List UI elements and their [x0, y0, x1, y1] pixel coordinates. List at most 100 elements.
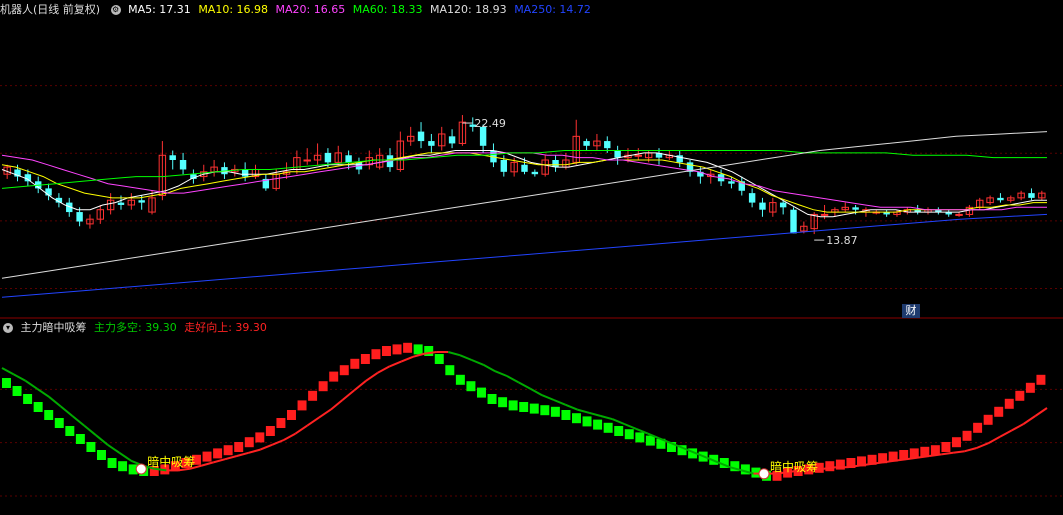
indicator-line — [177, 467, 191, 472]
indicator-bar — [466, 381, 476, 392]
indicator-bar — [403, 342, 413, 353]
indicator-line — [36, 387, 50, 398]
indicator-bar — [603, 422, 613, 433]
indicator-line — [1011, 423, 1024, 432]
indicator-bar — [360, 354, 370, 364]
candle-body — [138, 200, 145, 203]
indicator-bar — [339, 365, 349, 376]
indicator-bar — [1025, 382, 1035, 393]
candle-body — [820, 213, 829, 216]
indicator-bar — [582, 416, 592, 427]
indicator-bar — [614, 426, 624, 436]
indicator-bar — [825, 461, 835, 472]
stock-chart[interactable]: 22.49 13.87 暗中吸筹 暗中吸筹 — [0, 0, 1063, 515]
candle-body — [759, 202, 766, 210]
indicator-line — [541, 394, 555, 401]
indicator-line — [976, 442, 989, 449]
candle-body — [169, 155, 176, 160]
indicator-bar — [350, 358, 360, 369]
indicator-bar — [118, 461, 128, 472]
indicator-line — [259, 443, 273, 451]
indicator-bar — [223, 445, 233, 456]
candle-body — [790, 209, 797, 234]
candle-body — [634, 154, 643, 157]
candle-body — [24, 174, 32, 182]
indicator-bar — [529, 403, 539, 414]
indicator-bar — [265, 426, 275, 436]
indicator-bar — [86, 442, 96, 452]
candle-body — [779, 202, 787, 208]
indicator-bar — [635, 432, 645, 443]
indicator-bar — [477, 387, 486, 398]
indicator-bar — [424, 346, 434, 356]
indicator-line — [999, 429, 1013, 438]
indicator-bar — [308, 390, 318, 401]
indicator-bar — [255, 432, 265, 443]
indicator-line — [283, 432, 296, 441]
indicator-line — [341, 389, 355, 401]
indicator-line — [1, 367, 15, 376]
indicator-bar — [962, 430, 972, 441]
indicator-bar — [455, 374, 465, 385]
indicator-line — [13, 373, 26, 382]
indicator-line — [377, 365, 390, 374]
indicator-line — [941, 451, 954, 456]
indicator-line — [248, 448, 261, 454]
indicator-line — [400, 355, 414, 363]
indicator-bar — [97, 450, 106, 460]
candle-body — [1028, 193, 1035, 198]
candle-body — [179, 160, 187, 170]
finance-badge[interactable]: 财 — [902, 304, 920, 318]
indicator-bar — [519, 402, 529, 412]
indicator-bar — [44, 410, 54, 420]
indicator-line — [482, 363, 496, 373]
signal-label-2: 暗中吸筹 — [770, 459, 818, 474]
indicator-line — [506, 375, 520, 384]
indicator-line — [389, 360, 402, 368]
indicator-line — [553, 399, 566, 406]
indicator-line — [447, 351, 461, 357]
indicator-line — [107, 443, 120, 454]
candle-body — [997, 197, 1004, 201]
indicator-bar — [382, 346, 391, 356]
indicator-bar — [2, 378, 11, 388]
indicator-bar — [54, 418, 64, 428]
indicator-line — [60, 405, 74, 417]
indicator-line — [612, 418, 625, 425]
indicator-line — [48, 396, 62, 408]
candle-body — [417, 131, 425, 142]
indicator-bar — [234, 442, 244, 452]
indicator-bar — [329, 371, 339, 382]
indicator-line — [600, 415, 613, 421]
indicator-bar — [994, 406, 1004, 417]
candle-body — [604, 141, 611, 149]
indicator-bar — [561, 410, 571, 420]
indicator-line — [1034, 407, 1048, 417]
indicator-bar — [941, 442, 951, 452]
candle-body — [521, 164, 528, 172]
candle-body — [448, 136, 456, 144]
indicator-bar — [593, 419, 603, 430]
indicator-bar — [65, 426, 75, 436]
candle-body — [345, 155, 352, 163]
indicator-line — [118, 451, 132, 462]
indicator-line — [83, 424, 97, 436]
candle-body — [500, 160, 508, 172]
indicator-bar — [952, 437, 961, 448]
indicator-line — [236, 451, 249, 457]
indicator-line — [459, 354, 473, 361]
indicator-bar — [202, 451, 212, 462]
indicator-bar — [434, 354, 444, 364]
candle-body — [955, 213, 963, 216]
indicator-bar — [540, 405, 550, 416]
indicator-bar — [33, 402, 43, 412]
indicator-line — [318, 408, 332, 419]
ma-line-ma250 — [1, 213, 1048, 298]
indicator-bar — [75, 434, 85, 444]
signal-icon — [758, 468, 770, 480]
indicator-line — [271, 439, 285, 446]
indicator-bar — [107, 458, 117, 468]
price-panel — [1, 115, 1048, 298]
candle-body — [552, 160, 559, 168]
indicator-line — [471, 359, 484, 366]
